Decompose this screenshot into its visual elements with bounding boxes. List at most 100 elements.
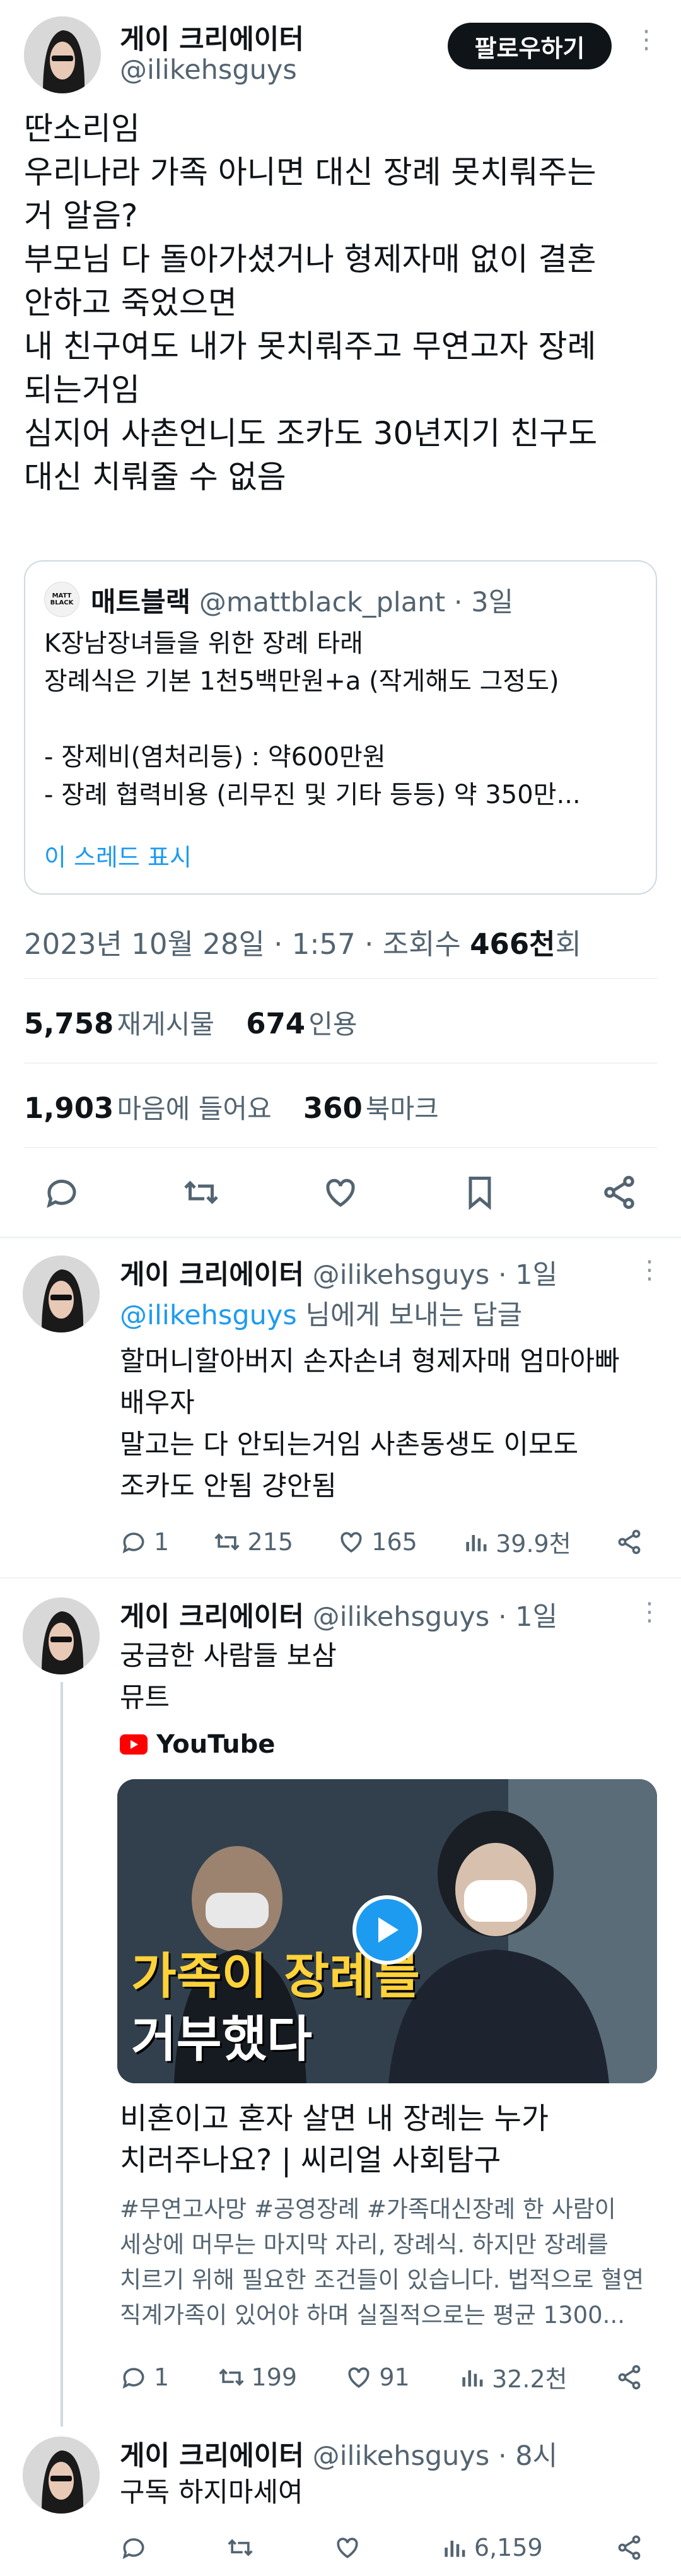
views-button[interactable]: 39.9천 (462, 1524, 571, 1559)
quote-count: 674 (246, 1007, 306, 1040)
heart-icon[interactable] (322, 1173, 359, 1211)
reply-icon (122, 1532, 144, 1553)
reply-header: 게이 크리에이터 @ilikehsguys · 1일 (120, 1595, 557, 1634)
reply-line: 할머니할아버지 손자손녀 형제자매 엄마아빠 (120, 1346, 620, 1377)
more-options-icon[interactable]: ⋮ (637, 1597, 662, 1626)
reply-avatar[interactable] (23, 1597, 100, 1674)
retweet-count: 5,758 (24, 1007, 114, 1040)
retweet-icon (214, 1532, 240, 1551)
divider (0, 1577, 681, 1579)
card-title[interactable]: 비혼이고 혼자 살면 내 장례는 누가 치러주나요? | 씨리얼 사회탐구 (120, 2098, 662, 2182)
reply-count: 1 (154, 1527, 170, 1556)
tweet-line: 거 알음? (24, 197, 138, 234)
reply-time: · 8시 (498, 2440, 558, 2472)
author-name[interactable]: 게이 크리에이터 (120, 18, 304, 57)
repost-stats-row[interactable]: 5,758 재게시물 674 인용 (24, 1003, 358, 1042)
bookmark-icon[interactable] (461, 1173, 499, 1211)
reply-count-button[interactable] (120, 2534, 154, 2561)
quote-author-name: 매트블랙 (91, 587, 191, 618)
card-description: #무연고사망 #공영장례 #가족대신장례 한 사람이 세상에 머무는 마지막 자… (120, 2192, 662, 2333)
tweet-line: 딴소리임 (24, 110, 140, 147)
retweet-icon (218, 2368, 244, 2386)
reply-stats-bar: 1 199 91 32.2천 (120, 2360, 643, 2394)
share-icon[interactable] (615, 1524, 643, 1559)
retweet-count: 199 (251, 2363, 298, 2391)
youtube-icon (120, 1734, 148, 1755)
reply-count-button[interactable]: 1 (120, 2360, 169, 2394)
view-suffix: 회 (555, 927, 581, 961)
views-icon (462, 2370, 483, 2387)
views-button[interactable]: 32.2천 (458, 2360, 568, 2394)
retweet-count: 215 (247, 1527, 293, 1556)
reply-header: 게이 크리에이터 @ilikehsguys · 1일 (120, 1253, 557, 1292)
reply-author-name[interactable]: 게이 크리에이터 (120, 2440, 304, 2472)
more-options-icon[interactable]: ⋮ (634, 25, 659, 54)
like-count: 165 (371, 1527, 417, 1556)
timestamp-text: 2023년 10월 28일 · 1:57 · 조회수 (24, 927, 470, 961)
quote-time: · 3일 (453, 587, 514, 618)
tweet-line: 심지어 사촌언니도 조카도 30년지기 친구도 (24, 415, 598, 452)
author-avatar[interactable] (24, 16, 101, 93)
retweet-count-button[interactable] (226, 2534, 260, 2561)
views-button[interactable]: 6,159 (440, 2534, 543, 2561)
retweet-icon (228, 2539, 253, 2556)
card-title-line: 치러주나요? | 씨리얼 사회탐구 (120, 2143, 501, 2178)
thread-line (61, 1682, 63, 2426)
reply-author-name[interactable]: 게이 크리에이터 (120, 1601, 304, 1633)
heart-icon (340, 1531, 362, 1553)
play-button-icon[interactable] (352, 1895, 422, 1965)
reply-body: 궁금한 사람들 보삼 뮤트 (120, 1635, 662, 1719)
like-stats-row[interactable]: 1,903 마음에 들어요 360 북마크 (24, 1088, 439, 1126)
reply-icon[interactable] (43, 1173, 81, 1211)
share-icon[interactable] (600, 1173, 638, 1211)
reply-author-name[interactable]: 게이 크리에이터 (120, 1259, 304, 1291)
quote-logo-text: MATT BLACK (50, 592, 74, 606)
like-count-button[interactable] (334, 2534, 368, 2561)
view-count: 6,159 (474, 2534, 543, 2561)
divider (0, 1237, 681, 1238)
show-thread-link[interactable]: 이 스레드 표시 (44, 838, 192, 873)
divider (24, 1062, 657, 1064)
card-title-line: 비혼이고 혼자 살면 내 장례는 누가 (120, 2102, 549, 2136)
retweet-count-button[interactable]: 199 (218, 2360, 298, 2394)
reply-avatar[interactable] (23, 2437, 100, 2514)
more-options-icon[interactable]: ⋮ (637, 1256, 662, 1285)
tweet-line: 되는거임 (24, 372, 140, 408)
divider (24, 978, 657, 979)
share-icon[interactable] (615, 2534, 643, 2561)
reply-to-handle[interactable]: @ilikehsguys (120, 1300, 297, 1331)
follow-button[interactable]: 팔로우하기 (448, 23, 612, 69)
reply-line: 말고는 다 안되는거임 사촌동생도 이모도 (120, 1429, 579, 1461)
quote-avatar: MATT BLACK (44, 582, 79, 617)
like-count-button[interactable]: 165 (337, 1524, 417, 1559)
like-count-button[interactable]: 91 (345, 2360, 410, 2394)
like-label: 마음에 들어요 (117, 1093, 272, 1124)
bookmark-label: 북마크 (365, 1093, 439, 1124)
reply-author-handle[interactable]: @ilikehsguys (313, 2440, 490, 2472)
retweet-icon[interactable] (182, 1173, 220, 1211)
thumbnail-caption-2: 거부했다 (131, 2011, 313, 2068)
reply-line: 조카도 안됨 걍안됨 (120, 1471, 337, 1502)
tweet-body: 딴소리임 우리나라 가족 아니면 대신 장례 못치뤄주는 거 알음? 부모님 다… (24, 107, 661, 499)
video-thumbnail[interactable]: 가족이 장례를 거부했다 (117, 1779, 657, 2083)
quote-tweet-card[interactable]: MATT BLACK 매트블랙 @mattblack_plant · 3일 K장… (24, 560, 657, 895)
share-icon[interactable] (615, 2360, 643, 2394)
retweet-count-button[interactable]: 215 (213, 1524, 293, 1559)
card-source-label: YouTube (156, 1730, 276, 1759)
view-count: 32.2천 (492, 2365, 568, 2393)
quote-label: 인용 (308, 1009, 358, 1040)
tweet-line: 부모님 다 돌아가셨거나 형제자매 없이 결혼 (24, 241, 597, 278)
reply-line: 뮤트 (120, 1682, 170, 1714)
reply-author-handle[interactable]: @ilikehsguys (313, 1259, 490, 1291)
heart-icon (348, 2367, 370, 2388)
reply-stats-bar: 1 215 165 39.9천 (120, 1524, 643, 1559)
reply-count-button[interactable]: 1 (120, 1524, 169, 1559)
author-handle[interactable]: @ilikehsguys (120, 54, 297, 86)
reply-avatar[interactable] (23, 1256, 100, 1332)
quote-line: - 장례 협력비용 (리무진 및 기타 등등) 약 350만... (44, 780, 581, 809)
reply-icon (122, 2367, 144, 2389)
views-icon (466, 1534, 487, 1551)
replying-to: @ilikehsguys 님에게 보내는 답글 (120, 1293, 522, 1332)
view-count: 466천 (470, 927, 556, 961)
reply-author-handle[interactable]: @ilikehsguys (313, 1601, 490, 1633)
